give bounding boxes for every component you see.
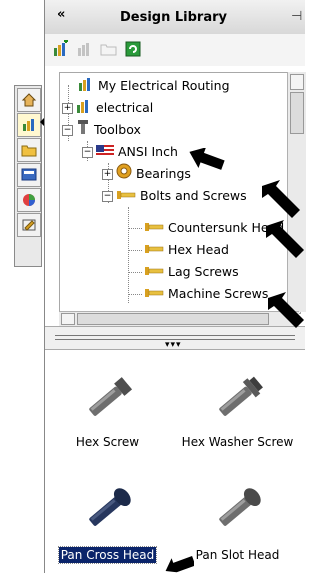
add-file-location-icon[interactable] bbox=[75, 39, 95, 59]
task-pane-tabs bbox=[14, 85, 42, 267]
us-flag-icon bbox=[96, 142, 114, 164]
bearing-icon bbox=[116, 163, 132, 186]
expand-icon[interactable]: + bbox=[62, 103, 73, 114]
design-library-tab-icon[interactable] bbox=[17, 113, 41, 137]
bolt-folder-icon bbox=[144, 218, 164, 240]
toolbox-icon bbox=[76, 119, 90, 142]
tree-horizontal-scrollbar[interactable] bbox=[59, 311, 299, 326]
hex-screw-image bbox=[89, 377, 133, 416]
create-new-folder-icon[interactable] bbox=[99, 39, 119, 59]
bolt-folder-icon bbox=[144, 284, 164, 306]
gallery-item-hex-washer-screw[interactable]: Hex Washer Screw bbox=[175, 350, 300, 450]
tree-item-bolts-and-screws[interactable]: − Bolts and Screws bbox=[102, 185, 247, 207]
library-folder-icon bbox=[76, 98, 92, 120]
design-library-panel: « Design Library ⊣ My Electrical Routing bbox=[44, 0, 306, 573]
expand-icon[interactable]: + bbox=[102, 169, 113, 180]
tree-item-ansi-inch[interactable]: − ANSI Inch bbox=[82, 141, 178, 163]
annotation-arrow bbox=[189, 148, 225, 170]
appearances-tab-icon[interactable] bbox=[17, 188, 41, 212]
panel-titlebar: « Design Library ⊣ bbox=[45, 0, 305, 35]
tree-item-hex-head[interactable]: Hex Head bbox=[144, 239, 229, 261]
gallery-item-label: Pan Cross Head bbox=[57, 546, 158, 564]
bolt-folder-icon bbox=[116, 186, 136, 208]
add-to-library-icon[interactable] bbox=[51, 39, 71, 59]
collapse-icon[interactable]: « bbox=[57, 7, 65, 22]
gallery-item-label: Hex Washer Screw bbox=[181, 435, 294, 449]
tree-item-my-electrical-routing[interactable]: My Electrical Routing bbox=[78, 75, 230, 97]
annotation-arrow bbox=[262, 180, 300, 218]
annotation-arrow bbox=[268, 292, 304, 328]
pan-cross-head-image bbox=[89, 488, 131, 526]
custom-properties-tab-icon[interactable] bbox=[17, 213, 41, 237]
collapse-node-icon[interactable]: − bbox=[102, 191, 113, 202]
home-icon[interactable] bbox=[17, 88, 41, 112]
library-gallery: Hex Screw Hex Washer Screw Pan Cross Hea… bbox=[45, 350, 305, 573]
library-toolbar bbox=[45, 34, 305, 66]
tree-item-electrical[interactable]: + electrical bbox=[62, 97, 153, 119]
panel-title: Design Library bbox=[120, 10, 228, 25]
tree-item-bearings[interactable]: + Bearings bbox=[102, 163, 191, 185]
refresh-icon[interactable] bbox=[123, 39, 143, 59]
library-folder-icon bbox=[78, 76, 94, 98]
bolt-folder-icon bbox=[144, 240, 164, 262]
gallery-item-hex-screw[interactable]: Hex Screw bbox=[45, 350, 170, 450]
bolt-folder-icon bbox=[144, 262, 164, 284]
annotation-arrow bbox=[165, 556, 194, 573]
tree-item-countersunk-head[interactable]: Countersunk Head bbox=[144, 217, 284, 239]
view-palette-tab-icon[interactable] bbox=[17, 163, 41, 187]
gallery-item-label: Hex Screw bbox=[75, 435, 140, 449]
annotation-arrow bbox=[266, 220, 304, 258]
file-explorer-tab-icon[interactable] bbox=[17, 138, 41, 162]
hex-washer-screw-image bbox=[219, 376, 263, 416]
tree-item-toolbox[interactable]: − Toolbox bbox=[62, 119, 141, 141]
splitter-grip-icon: ▾▾▾ bbox=[165, 340, 182, 350]
pan-slot-head-image bbox=[219, 488, 261, 526]
pane-splitter[interactable]: ▾▾▾ bbox=[45, 326, 305, 350]
tree-item-machine-screws[interactable]: Machine Screws bbox=[144, 283, 268, 305]
tree-item-lag-screws[interactable]: Lag Screws bbox=[144, 261, 239, 283]
collapse-node-icon[interactable]: − bbox=[62, 125, 73, 136]
collapse-node-icon[interactable]: − bbox=[82, 147, 93, 158]
gallery-item-pan-slot-head[interactable]: Pan Slot Head bbox=[175, 462, 300, 562]
gallery-item-pan-cross-head[interactable]: Pan Cross Head bbox=[45, 462, 170, 564]
pin-icon[interactable]: ⊣ bbox=[291, 9, 302, 24]
